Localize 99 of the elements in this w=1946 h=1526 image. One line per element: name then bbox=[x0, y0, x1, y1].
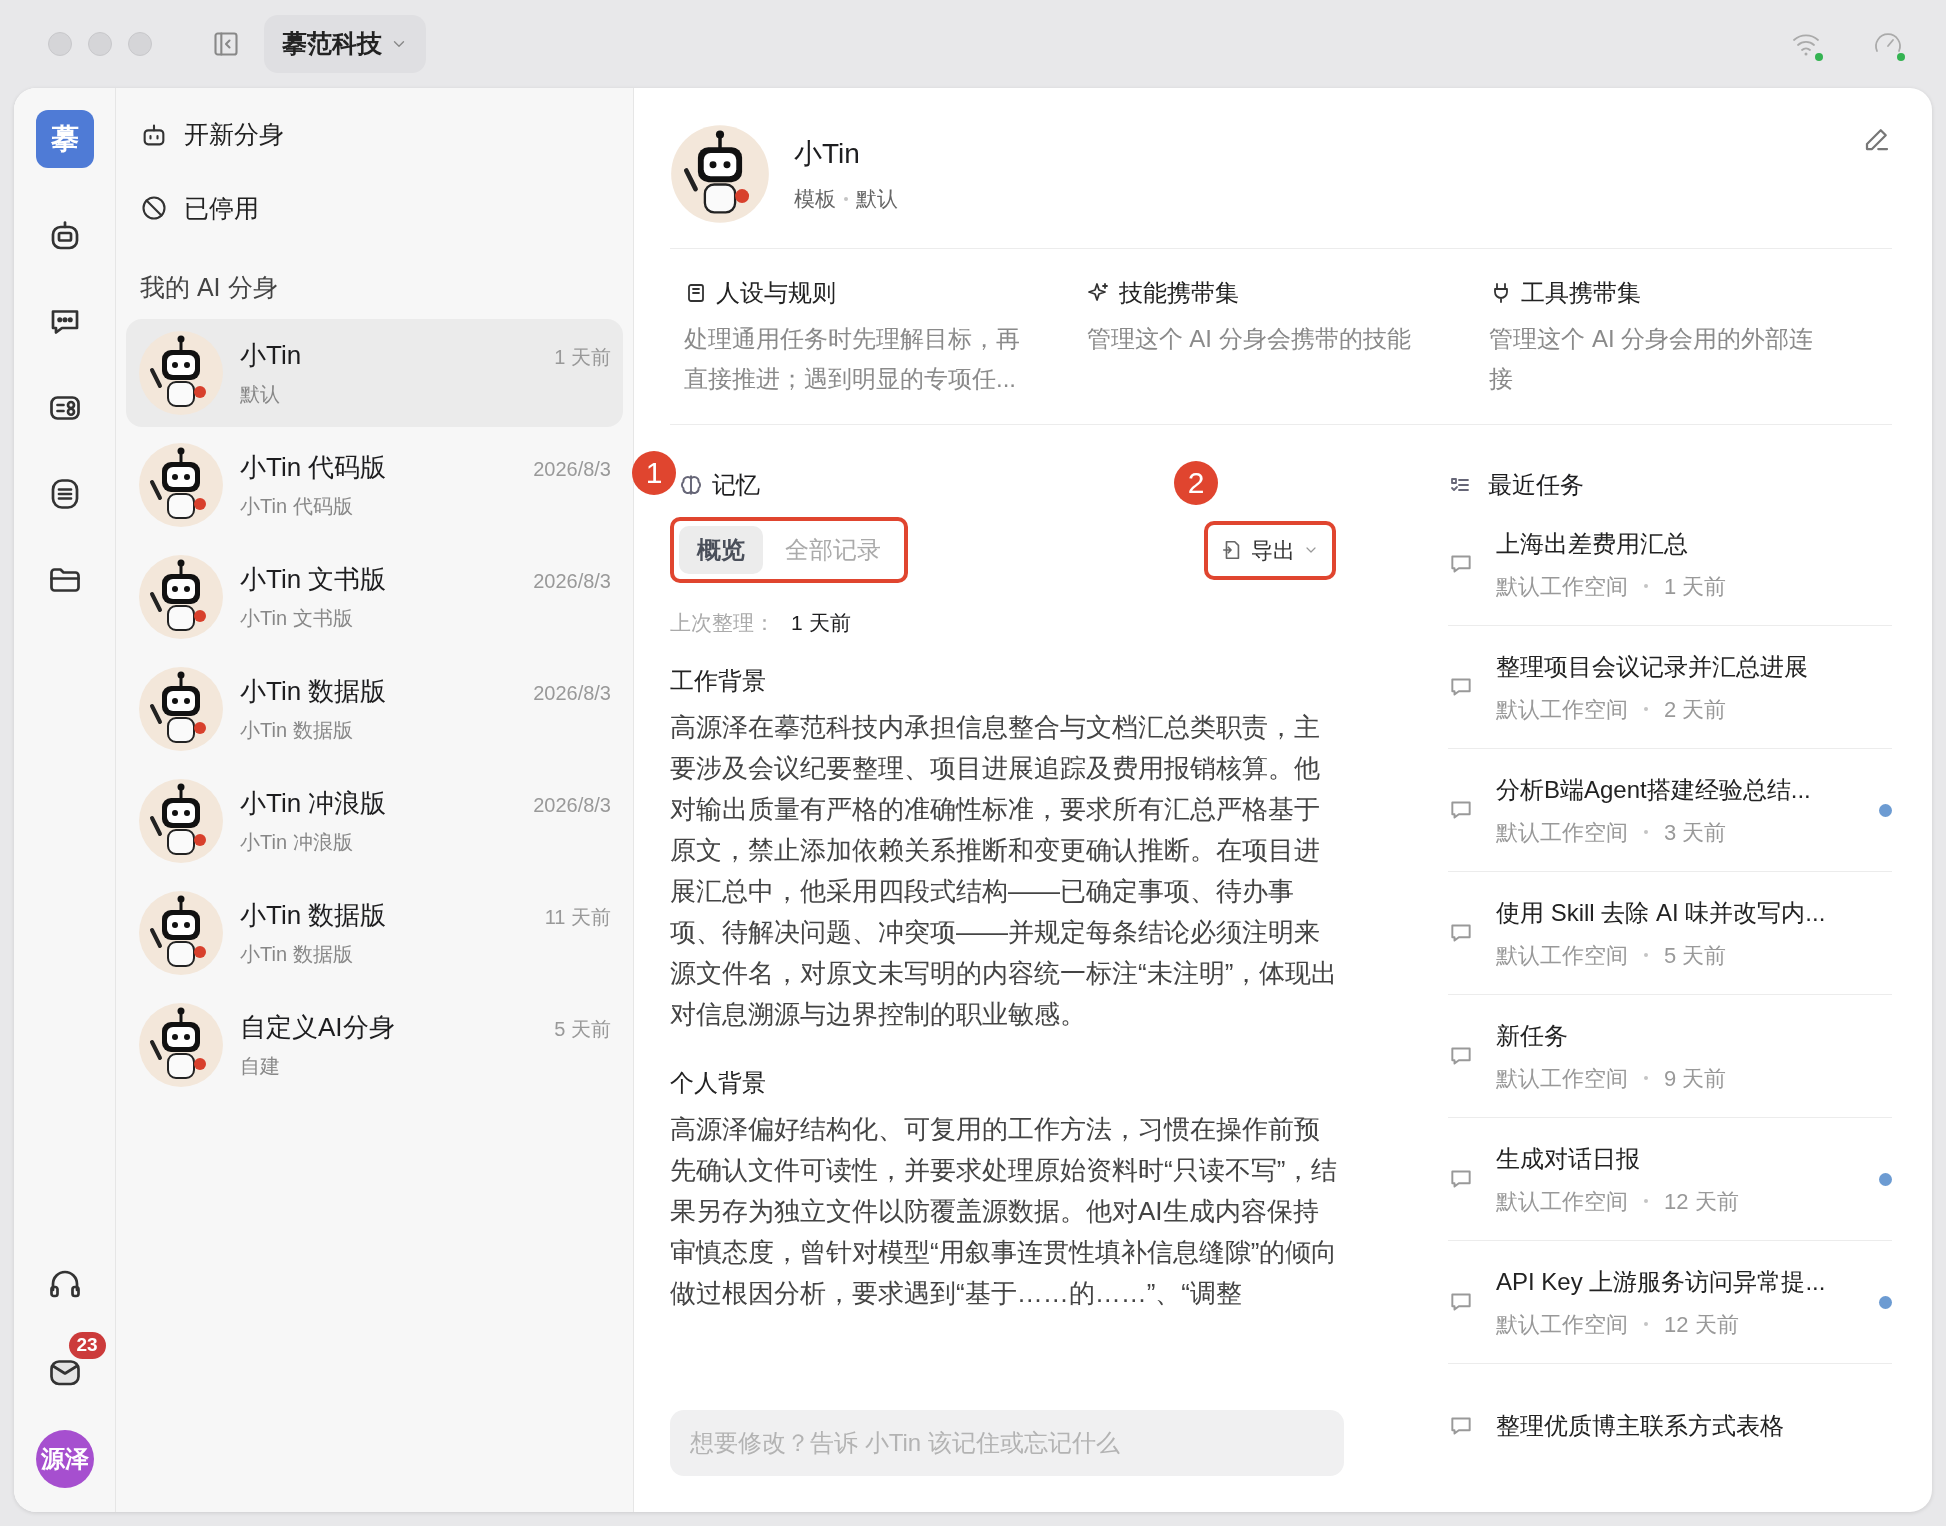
task-title: 分析B端Agent搭建经验总结... bbox=[1496, 774, 1812, 805]
agent-subtitle: 自建 bbox=[240, 1054, 281, 1079]
annotation-marker: 2 bbox=[1174, 461, 1218, 506]
separator-dot bbox=[844, 197, 848, 201]
memory-tab[interactable]: 概览 bbox=[679, 526, 763, 575]
agent-list-item[interactable]: 小Tin 数据版 11 天前 小Tin 数据版 bbox=[126, 878, 623, 987]
feature-card[interactable]: 技能携带集 管理这个 AI 分身会携带的技能 bbox=[1086, 275, 1490, 399]
agent-tag: 模板 bbox=[794, 183, 836, 215]
agent-name: 小Tin 数据版 bbox=[240, 899, 387, 932]
agent-list-item[interactable]: 自定义AI分身 5 天前 自建 bbox=[126, 990, 623, 1099]
unread-count-badge: 23 bbox=[68, 1332, 106, 1359]
agent-subtitle: 小Tin 数据版 bbox=[240, 942, 354, 967]
agent-subtitle: 小Tin 数据版 bbox=[240, 718, 354, 743]
section-title: 记忆 bbox=[712, 470, 760, 501]
feature-card[interactable]: 人设与规则 处理通用任务时先理解目标，再直接推进；遇到明显的专项任... bbox=[684, 275, 1087, 399]
separator-dot bbox=[1644, 953, 1648, 958]
user-avatar[interactable]: 源泽 bbox=[35, 1430, 94, 1488]
task-title: 上海出差费用汇总 bbox=[1496, 528, 1689, 559]
task-time: 3 天前 bbox=[1664, 818, 1727, 847]
task-title: 整理项目会议记录并汇总进展 bbox=[1496, 651, 1809, 682]
feature-description: 管理这个 AI 分身会用的外部连接 bbox=[1489, 324, 1815, 394]
agent-time: 2026/8/3 bbox=[533, 793, 611, 818]
feature-description: 管理这个 AI 分身会携带的技能 bbox=[1086, 324, 1412, 354]
separator-dot bbox=[1644, 584, 1648, 589]
task-time: 1 天前 bbox=[1664, 572, 1727, 601]
agent-name: 小Tin 数据版 bbox=[240, 675, 387, 708]
app-logo[interactable]: 摹 bbox=[35, 110, 94, 168]
section-title: 我的 AI 分身 bbox=[139, 272, 279, 303]
task-time: 9 天前 bbox=[1664, 1064, 1727, 1093]
task-workspace: 默认工作空间 bbox=[1496, 941, 1628, 970]
workspace-dropdown[interactable]: 摹范科技 bbox=[264, 15, 426, 73]
task-time: 12 天前 bbox=[1664, 1310, 1739, 1339]
sidebar-action[interactable]: 已停用 bbox=[126, 179, 623, 237]
agent-list-item[interactable]: 小Tin 数据版 2026/8/3 小Tin 数据版 bbox=[126, 654, 623, 763]
agent-name: 小Tin bbox=[240, 339, 302, 372]
separator-dot bbox=[1644, 830, 1648, 835]
task-title: 新任务 bbox=[1496, 1020, 1569, 1051]
task-time: 2 天前 bbox=[1664, 695, 1727, 724]
separator-dot bbox=[1644, 1322, 1648, 1327]
agent-name: 小Tin 文书版 bbox=[240, 563, 387, 596]
feature-description: 处理通用任务时先理解目标，再直接推进；遇到明显的专项任... bbox=[684, 324, 1021, 394]
agent-list-item[interactable]: 小Tin 1 天前 默认 bbox=[126, 318, 623, 427]
task-workspace: 默认工作空间 bbox=[1496, 818, 1628, 847]
task-title: 整理优质博主联系方式表格 bbox=[1496, 1410, 1785, 1441]
task-item[interactable]: 整理项目会议记录并汇总进展 默认工作空间 2 天前 bbox=[1448, 626, 1892, 750]
agent-time: 2026/8/3 bbox=[533, 681, 611, 706]
task-title: 生成对话日报 bbox=[1496, 1143, 1641, 1174]
section-heading: 个人背景 bbox=[670, 1067, 767, 1098]
task-workspace: 默认工作空间 bbox=[1496, 1187, 1628, 1216]
task-item[interactable]: 上海出差费用汇总 默认工作空间 1 天前 bbox=[1448, 503, 1892, 627]
label: 上次整理： bbox=[670, 610, 775, 637]
annotation-marker: 1 bbox=[632, 451, 676, 496]
task-time: 12 天前 bbox=[1664, 1187, 1739, 1216]
agent-list-item[interactable]: 小Tin 文书版 2026/8/3 小Tin 文书版 bbox=[126, 542, 623, 651]
agent-list-item[interactable]: 小Tin 冲浪版 2026/8/3 小Tin 冲浪版 bbox=[126, 766, 623, 875]
agent-name: 小Tin 代码版 bbox=[240, 451, 387, 484]
task-item[interactable]: API Key 上游服务访问异常提... 默认工作空间 12 天前 bbox=[1448, 1241, 1892, 1365]
agent-time: 1 天前 bbox=[554, 345, 611, 370]
feature-title: 工具携带集 bbox=[1521, 278, 1642, 308]
agent-name: 小Tin bbox=[794, 137, 861, 172]
task-workspace: 默认工作空间 bbox=[1496, 1064, 1628, 1093]
task-item[interactable]: 使用 Skill 去除 AI 味并改写内... 默认工作空间 5 天前 bbox=[1448, 872, 1892, 996]
section-title: 最近任务 bbox=[1488, 470, 1584, 501]
feature-title: 人设与规则 bbox=[716, 278, 836, 308]
task-item[interactable]: 新任务 默认工作空间 9 天前 bbox=[1448, 995, 1892, 1119]
memory-paragraph: 高源泽在摹范科技内承担信息整合与文档汇总类职责，主要涉及会议纪要整理、项目进展追踪及费用报销核算。他对输出质量有严格的准确性标准，要求所有汇总严格基于原文，禁止添加依赖关系推断和变更确认推断。在项目进展汇总中，他采用四段式结构——已确定事项、待办事项、待解决问题、冲突项——并规定每条结论必须注明来源文件名，对原文未写明的内容统一标注“未注明”，体现出对信息溯源与边界控制的职业敏感。 bbox=[670, 710, 1339, 1031]
timestamp: 1 天前 bbox=[791, 610, 851, 637]
agent-name: 自定义AI分身 bbox=[240, 1011, 395, 1044]
separator-dot bbox=[1644, 1199, 1648, 1204]
sidebar-toggle-icon[interactable] bbox=[212, 30, 240, 58]
section-heading: 工作背景 bbox=[670, 665, 767, 696]
task-workspace: 默认工作空间 bbox=[1496, 572, 1628, 601]
task-item[interactable]: 分析B端Agent搭建经验总结... 默认工作空间 3 天前 bbox=[1448, 749, 1892, 873]
memory-edit-field[interactable]: 想要修改？告诉 小Tin 该记住或忘记什么 bbox=[670, 1410, 1344, 1476]
agent-list-item[interactable]: 小Tin 代码版 2026/8/3 小Tin 代码版 bbox=[126, 430, 623, 539]
separator-dot bbox=[1644, 1076, 1648, 1081]
task-workspace: 默认工作空间 bbox=[1496, 1310, 1628, 1339]
agent-name: 小Tin 冲浪版 bbox=[240, 787, 387, 820]
task-item[interactable]: 生成对话日报 默认工作空间 12 天前 bbox=[1448, 1118, 1892, 1242]
task-item[interactable]: 整理优质博主联系方式表格 bbox=[1448, 1364, 1892, 1488]
agent-time: 2026/8/3 bbox=[533, 569, 611, 594]
feature-title: 技能携带集 bbox=[1118, 278, 1239, 308]
agent-subtitle: 小Tin 冲浪版 bbox=[240, 830, 354, 855]
export-button[interactable]: 导出 bbox=[1213, 529, 1327, 571]
agent-tag: 默认 bbox=[856, 183, 898, 215]
memory-paragraph: 高源泽偏好结构化、可复用的工作方法，习惯在操作前预先确认文件可读性，并要求处理原始资料时“只读不写”，结果另存为独立文件以防覆盖源数据。他对AI生成内容保持审慎态度，曾针对模型“用叙事连贯性填补信息缝隙”的倾向做过根因分析，要求遇到“基于……的……”、“调整 bbox=[670, 1112, 1339, 1310]
agent-time: 11 天前 bbox=[544, 905, 611, 930]
task-workspace: 默认工作空间 bbox=[1496, 695, 1628, 724]
sidebar-action[interactable]: 开新分身 bbox=[126, 106, 623, 164]
agent-subtitle: 默认 bbox=[240, 382, 281, 407]
agent-subtitle: 小Tin 代码版 bbox=[240, 494, 354, 519]
task-title: API Key 上游服务访问异常提... bbox=[1496, 1266, 1827, 1297]
separator-dot bbox=[1644, 707, 1648, 712]
agent-time: 5 天前 bbox=[554, 1017, 611, 1042]
feature-card[interactable]: 工具携带集 管理这个 AI 分身会用的外部连接 bbox=[1489, 275, 1892, 399]
task-title: 使用 Skill 去除 AI 味并改写内... bbox=[1496, 897, 1827, 928]
agent-time: 2026/8/3 bbox=[533, 457, 611, 482]
agent-subtitle: 小Tin 文书版 bbox=[240, 606, 354, 631]
task-time: 5 天前 bbox=[1664, 941, 1727, 970]
